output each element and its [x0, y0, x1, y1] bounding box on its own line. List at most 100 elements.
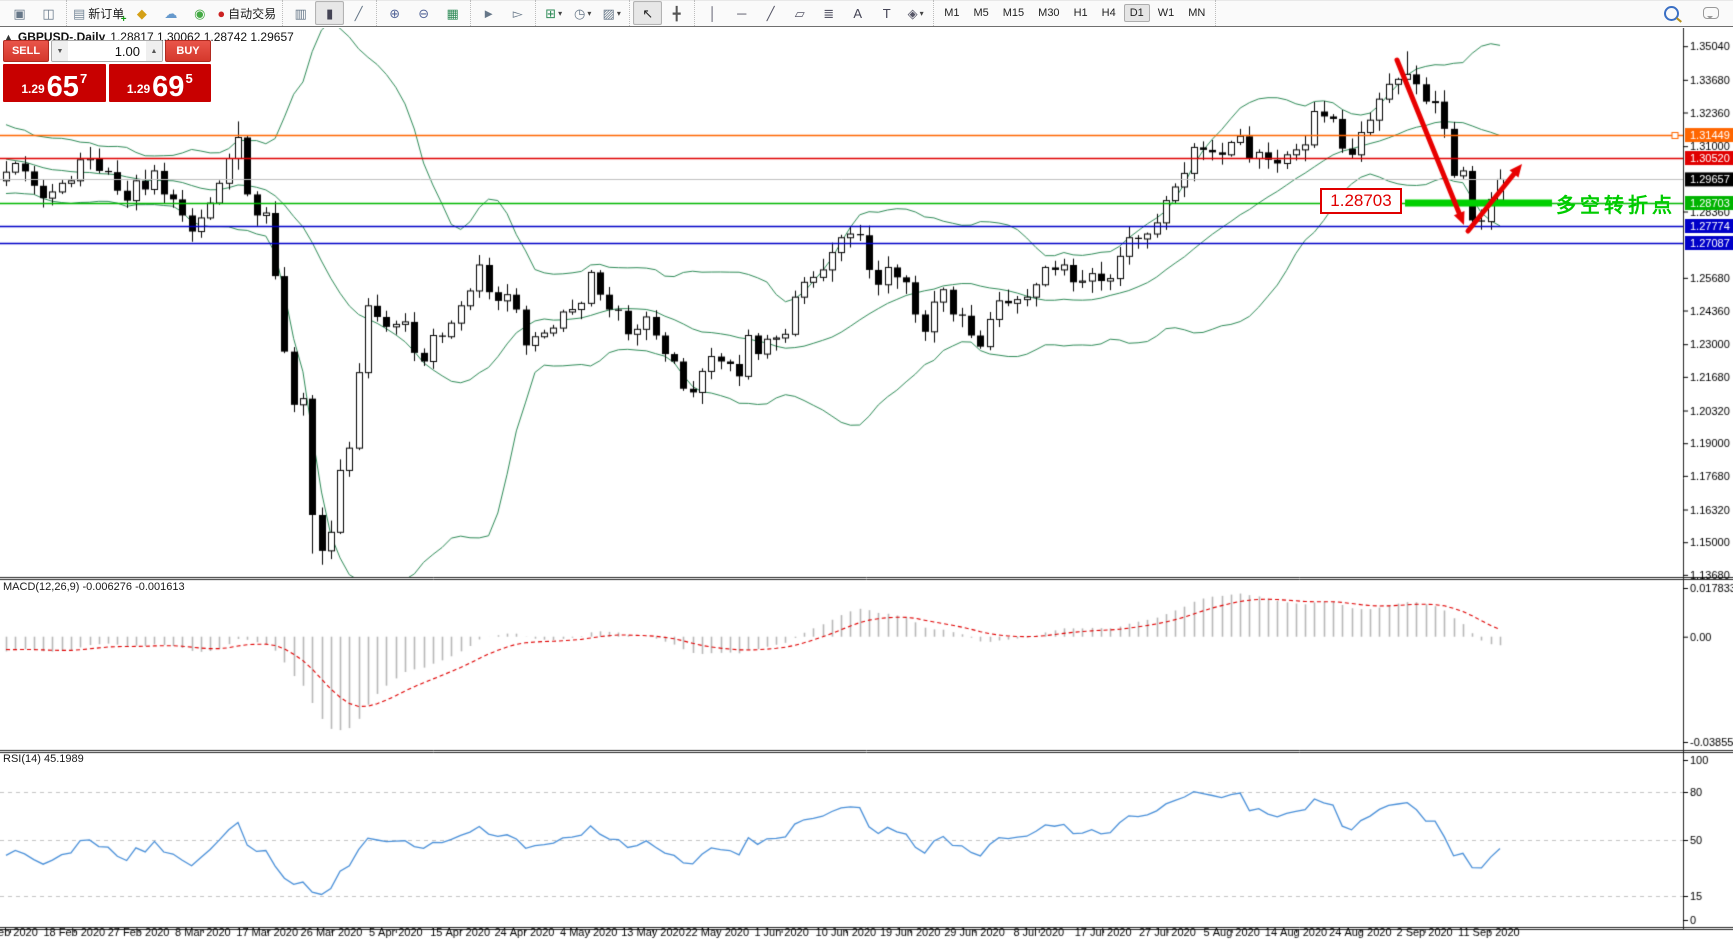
- toolbar-group: │ ─ ╱ ▱ ≣ A T ◈▾: [695, 0, 934, 26]
- zoom-out-button[interactable]: ⊖: [409, 1, 438, 25]
- candlestick-icon: ▮: [326, 7, 333, 20]
- buy-price-big: 69: [152, 74, 184, 100]
- horizontal-line-button[interactable]: ─: [727, 1, 756, 25]
- sell-button[interactable]: SELL: [3, 40, 49, 62]
- cursor-icon: ↖: [642, 7, 653, 20]
- chevron-down-icon[interactable]: ▾: [920, 9, 924, 18]
- tile-windows-button[interactable]: ▦: [438, 1, 467, 25]
- mql5-icon: ◆: [137, 7, 147, 20]
- bar-chart-button[interactable]: ▥: [286, 1, 315, 25]
- channel-button[interactable]: ▱: [785, 1, 814, 25]
- profiles-icon: ◫: [42, 7, 54, 20]
- new-order-button[interactable]: ▤ +新订单: [70, 1, 127, 25]
- profiles-button[interactable]: ◫: [34, 1, 63, 25]
- toolbar-group: ►▻: [471, 0, 536, 26]
- toolbar-right: [1657, 1, 1733, 25]
- new-order-icon: ▤: [73, 7, 85, 20]
- chevron-down-icon[interactable]: ▾: [617, 9, 621, 18]
- autotrading-button-label: 自动交易: [228, 5, 276, 22]
- chat-icon: [1703, 7, 1719, 19]
- zoom-out-icon: ⊖: [418, 7, 429, 20]
- fibonacci-icon: ≣: [823, 7, 834, 20]
- price-chart-canvas[interactable]: [0, 28, 1733, 941]
- horizontal-line-icon: ─: [737, 7, 746, 20]
- volume-input[interactable]: [68, 41, 146, 61]
- label-icon: T: [883, 7, 891, 20]
- pivot-point-annotation: 多空转折点: [1556, 189, 1676, 218]
- buy-quote[interactable]: 1.29 69 5: [109, 64, 212, 102]
- shapes-button[interactable]: ◈▾: [901, 1, 930, 25]
- periods-icon: ◷: [574, 7, 585, 20]
- toolbar-group: ↖╋: [630, 0, 695, 26]
- chevron-down-icon[interactable]: ▾: [587, 9, 591, 18]
- toolbar-group: ⊕ ⊖ ▦: [377, 0, 471, 26]
- templates-button[interactable]: ▨▾: [597, 1, 626, 25]
- signals-button[interactable]: ◉: [185, 1, 214, 25]
- sell-price-prefix: 1.29: [21, 82, 44, 96]
- mql5-button[interactable]: ◆: [127, 1, 156, 25]
- text-button[interactable]: A: [843, 1, 872, 25]
- timeframe-m1-button[interactable]: M1: [938, 4, 965, 22]
- sell-price-sup: 7: [80, 71, 87, 86]
- autotrading-icon: ●: [217, 7, 225, 20]
- tile-windows-icon: ▦: [447, 7, 459, 20]
- macd-indicator-label: MACD(12,26,9) -0.006276 -0.001613: [3, 581, 185, 593]
- window-button[interactable]: ▣: [5, 1, 34, 25]
- volume-increase-button[interactable]: ▲: [146, 41, 162, 61]
- rsi-indicator-label: RSI(14) 45.1989: [3, 753, 84, 765]
- signals-icon: ◉: [194, 7, 205, 20]
- new-order-button-label: 新订单: [88, 5, 124, 22]
- vertical-line-button[interactable]: │: [698, 1, 727, 25]
- autotrading-button[interactable]: ●自动交易: [214, 1, 279, 25]
- timeframe-h1-button[interactable]: H1: [1068, 4, 1094, 22]
- fibonacci-button[interactable]: ≣: [814, 1, 843, 25]
- chart-shift-button[interactable]: ▻: [503, 1, 532, 25]
- chevron-down-icon[interactable]: ▾: [558, 9, 562, 18]
- toolbar-group: ▣◫: [2, 0, 67, 26]
- indicators-button[interactable]: ⊞▾: [539, 1, 568, 25]
- chat-button[interactable]: [1696, 1, 1725, 25]
- label-button[interactable]: T: [872, 1, 901, 25]
- search-icon: [1664, 6, 1679, 21]
- zoom-in-icon: ⊕: [389, 7, 400, 20]
- timeframe-m5-button[interactable]: M5: [967, 4, 994, 22]
- toolbar-group: ⊞▾◷▾▨▾: [536, 0, 630, 26]
- templates-icon: ▨: [603, 7, 615, 20]
- timeframe-d1-button[interactable]: D1: [1124, 4, 1150, 22]
- candlestick-button[interactable]: ▮: [315, 1, 344, 25]
- trendline-button[interactable]: ╱: [756, 1, 785, 25]
- sell-price-big: 65: [47, 74, 79, 100]
- window-icon: ▣: [13, 7, 25, 20]
- buy-price-sup: 5: [185, 71, 192, 86]
- toolbar-group: ▥ ▮ ╱: [283, 0, 377, 26]
- cursor-button[interactable]: ↖: [633, 1, 662, 25]
- volume-decrease-button[interactable]: ▼: [52, 41, 68, 61]
- community-button[interactable]: ☁: [156, 1, 185, 25]
- timeframe-w1-button[interactable]: W1: [1152, 4, 1181, 22]
- buy-button[interactable]: BUY: [165, 40, 211, 62]
- timeframe-h4-button[interactable]: H4: [1096, 4, 1122, 22]
- plus-badge-icon: +: [120, 15, 126, 24]
- sell-quote[interactable]: 1.29 65 7: [3, 64, 106, 102]
- price-flag-annotation: 1.28703: [1320, 188, 1402, 214]
- line-chart-icon: ╱: [355, 7, 363, 20]
- one-click-trade-panel: SELL ▼ ▲ BUY 1.29 65 7 1.29 69 5: [3, 40, 211, 102]
- volume-stepper[interactable]: ▼ ▲: [51, 40, 163, 62]
- toolbar-group: ▤ +新订单 ◆ ☁ ◉ ●自动交易: [67, 0, 283, 26]
- line-chart-button[interactable]: ╱: [344, 1, 373, 25]
- zoom-in-button[interactable]: ⊕: [380, 1, 409, 25]
- timeframe-mn-button[interactable]: MN: [1182, 4, 1211, 22]
- chart-shift-icon: ▻: [513, 7, 523, 20]
- trendline-icon: ╱: [767, 7, 775, 20]
- vertical-line-icon: │: [709, 7, 717, 20]
- timeframe-group: M1M5M15M30H1H4D1W1MN: [934, 0, 1216, 26]
- buy-price-prefix: 1.29: [127, 82, 150, 96]
- periods-button[interactable]: ◷▾: [568, 1, 597, 25]
- bar-chart-icon: ▥: [295, 7, 307, 20]
- timeframe-m15-button[interactable]: M15: [997, 4, 1030, 22]
- text-icon: A: [853, 7, 862, 20]
- auto-scroll-button[interactable]: ►: [474, 1, 503, 25]
- crosshair-button[interactable]: ╋: [662, 1, 691, 25]
- search-button[interactable]: [1657, 1, 1686, 25]
- timeframe-m30-button[interactable]: M30: [1032, 4, 1065, 22]
